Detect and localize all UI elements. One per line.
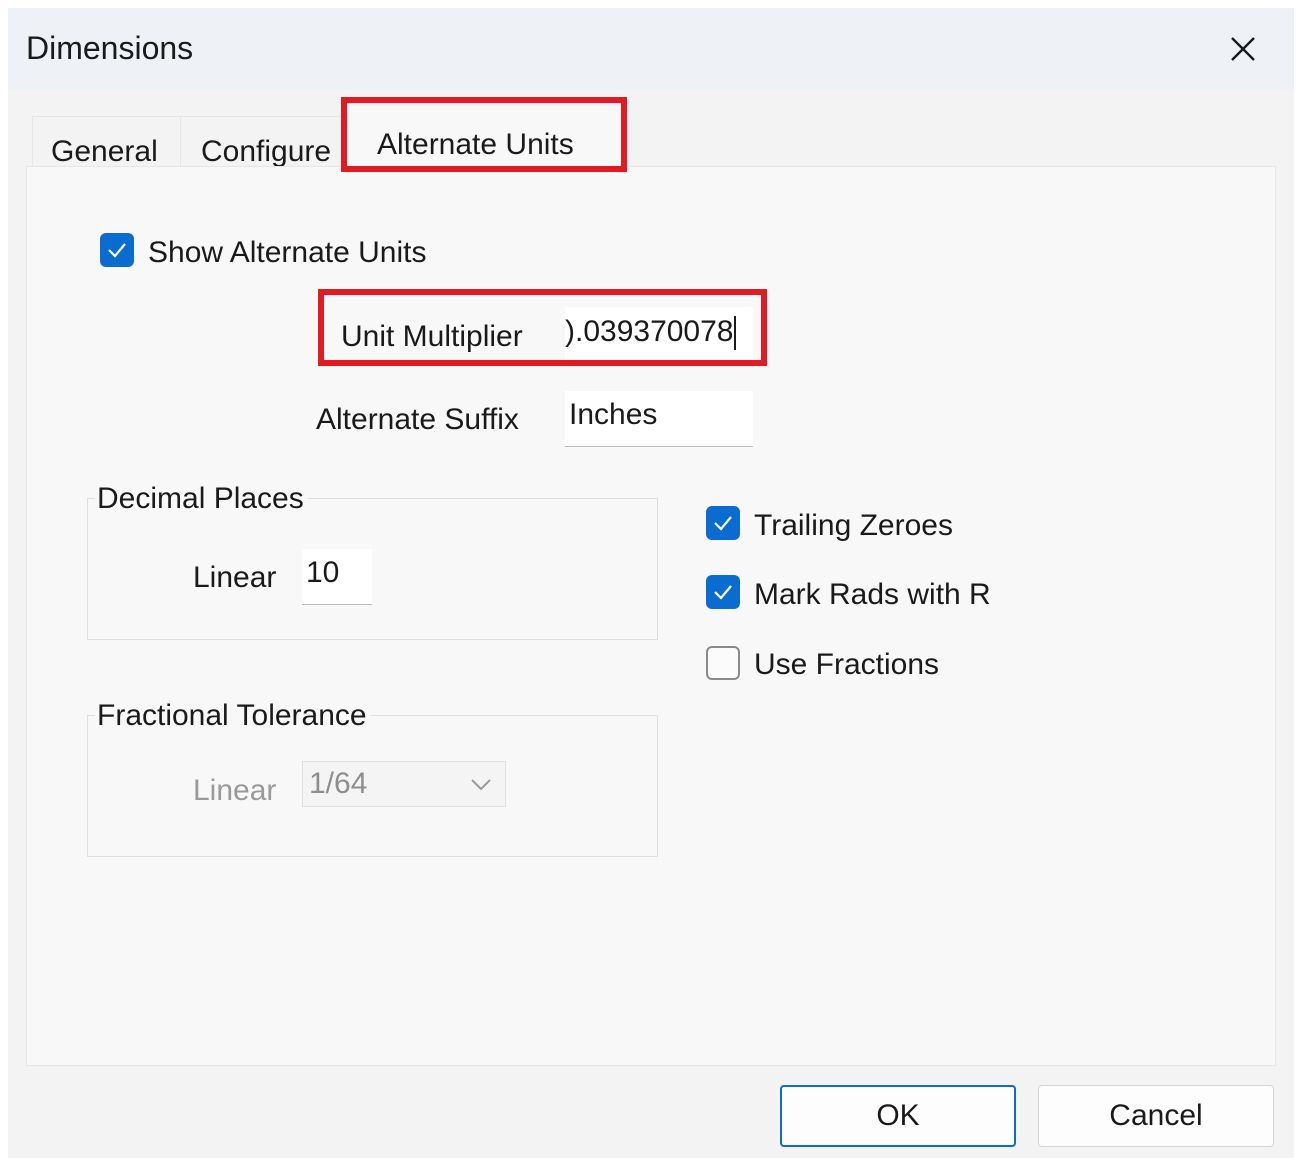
decimal-linear-input[interactable]: 10 — [302, 549, 372, 605]
use-fractions-checkbox[interactable] — [706, 646, 740, 680]
chevron-down-icon — [471, 779, 491, 791]
alternate-suffix-value: Inches — [569, 398, 658, 431]
ok-button[interactable]: OK — [780, 1085, 1016, 1147]
use-fractions-label: Use Fractions — [754, 648, 940, 681]
tab-general-label: General — [51, 135, 158, 168]
checkmark-icon — [714, 585, 732, 600]
tolerance-linear-label: Linear — [193, 774, 277, 807]
cancel-button[interactable]: Cancel — [1038, 1085, 1274, 1147]
decimal-linear-label: Linear — [193, 561, 277, 594]
title-bar: Dimensions — [8, 8, 1294, 90]
trailing-zeroes-label: Trailing Zeroes — [754, 509, 953, 542]
checkmark-icon — [108, 243, 126, 258]
checkmark-icon — [714, 516, 732, 531]
close-icon — [1231, 37, 1255, 61]
text-cursor — [733, 316, 736, 351]
trailing-zeroes-checkbox[interactable] — [706, 506, 740, 540]
dialog-title: Dimensions — [26, 30, 194, 66]
show-alternate-units-label: Show Alternate Units — [148, 236, 427, 269]
decimal-places-title: Decimal Places — [95, 482, 308, 516]
decimal-linear-value: 10 — [306, 556, 340, 589]
alternate-units-panel: Show Alternate Units Unit Multiplier ).0… — [26, 166, 1276, 1066]
tab-configure-label: Configure — [201, 135, 332, 168]
unit-multiplier-input[interactable]: ).039370078 — [565, 307, 753, 361]
dimensions-dialog: Dimensions General Configure Show Altern… — [8, 8, 1294, 1158]
mark-rads-checkbox[interactable] — [706, 575, 740, 609]
mark-rads-label: Mark Rads with R — [754, 578, 991, 611]
unit-multiplier-label: Unit Multiplier — [341, 320, 523, 353]
tab-alternate-units[interactable]: Alternate Units — [348, 106, 628, 174]
fractional-tolerance-title: Fractional Tolerance — [95, 699, 371, 733]
close-button[interactable] — [1220, 26, 1266, 72]
tab-alternate-units-label: Alternate Units — [377, 128, 574, 161]
tolerance-linear-value: 1/64 — [309, 767, 368, 800]
tolerance-linear-select[interactable]: 1/64 — [302, 761, 506, 807]
decimal-places-group — [87, 498, 658, 640]
show-alternate-units-checkbox[interactable] — [100, 233, 134, 267]
alternate-suffix-input[interactable]: Inches — [565, 391, 753, 447]
unit-multiplier-value: ).039370078 — [565, 315, 734, 348]
alternate-suffix-label: Alternate Suffix — [316, 403, 519, 436]
